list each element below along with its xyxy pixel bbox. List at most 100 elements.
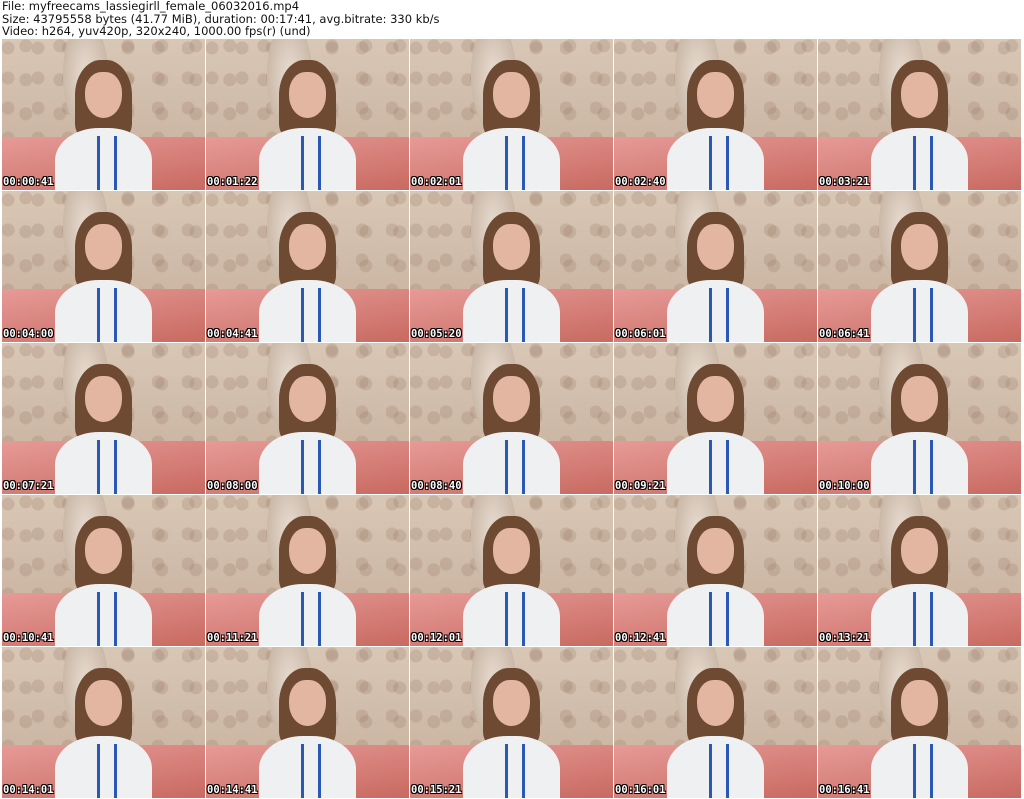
- file-info-header: File: myfreecams_lassiegirll_female_0603…: [2, 0, 440, 38]
- thumbnail-timestamp: 00:08:00: [207, 480, 258, 492]
- thumbnail-timestamp: 00:15:21: [411, 784, 462, 796]
- person-hoodie: [870, 127, 969, 190]
- hoodie-string: [97, 439, 101, 494]
- person-face: [901, 528, 938, 574]
- person-face: [289, 680, 326, 726]
- person-hoodie: [462, 583, 561, 646]
- hoodie-string: [97, 743, 101, 798]
- video-thumbnail: 00:06:01: [614, 191, 817, 342]
- person-face: [85, 224, 122, 270]
- hoodie-string: [709, 135, 713, 190]
- hoodie-string: [505, 287, 509, 342]
- thumbnail-timestamp: 00:16:41: [819, 784, 870, 796]
- hoodie-string: [317, 439, 321, 494]
- hoodie-string: [97, 591, 101, 646]
- thumbnail-timestamp: 00:16:01: [615, 784, 666, 796]
- person-hoodie: [666, 127, 765, 190]
- person-face: [85, 680, 122, 726]
- thumbnail-timestamp: 00:04:41: [207, 328, 258, 340]
- person-face: [697, 680, 734, 726]
- person-hoodie: [54, 735, 153, 798]
- hoodie-string: [521, 135, 525, 190]
- person-hoodie: [54, 431, 153, 494]
- hoodie-string: [505, 135, 509, 190]
- hoodie-string: [913, 439, 917, 494]
- thumbnail-timestamp: 00:11:21: [207, 632, 258, 644]
- person-face: [493, 680, 530, 726]
- video-info-line: Video: h264, yuv420p, 320x240, 1000.00 f…: [2, 24, 311, 38]
- hoodie-string: [929, 287, 933, 342]
- video-thumbnail: 00:12:01: [410, 495, 613, 646]
- person-face: [901, 376, 938, 422]
- hoodie-string: [725, 439, 729, 494]
- person-hoodie: [870, 279, 969, 342]
- hoodie-string: [301, 439, 305, 494]
- hoodie-string: [301, 287, 305, 342]
- person-face: [493, 528, 530, 574]
- person-hoodie: [258, 735, 357, 798]
- video-thumbnail: 00:07:21: [2, 343, 205, 494]
- person-face: [901, 680, 938, 726]
- hoodie-string: [317, 743, 321, 798]
- video-thumbnail: 00:11:21: [206, 495, 409, 646]
- thumbnail-timestamp: 00:13:21: [819, 632, 870, 644]
- person-hoodie: [666, 431, 765, 494]
- person-face: [289, 376, 326, 422]
- person-hoodie: [462, 279, 561, 342]
- person-hoodie: [54, 583, 153, 646]
- thumbnail-timestamp: 00:14:01: [3, 784, 54, 796]
- person-face: [493, 72, 530, 118]
- thumbnail-timestamp: 00:06:41: [819, 328, 870, 340]
- video-thumbnail: 00:00:41: [2, 39, 205, 190]
- hoodie-string: [317, 287, 321, 342]
- thumbnail-timestamp: 00:00:41: [3, 176, 54, 188]
- person-hoodie: [54, 127, 153, 190]
- hoodie-string: [709, 439, 713, 494]
- person-hoodie: [870, 735, 969, 798]
- thumbnail-timestamp: 00:01:22: [207, 176, 258, 188]
- hoodie-string: [505, 591, 509, 646]
- hoodie-string: [301, 743, 305, 798]
- video-thumbnail: 00:02:40: [614, 39, 817, 190]
- hoodie-string: [521, 287, 525, 342]
- hoodie-string: [913, 743, 917, 798]
- thumbnail-timestamp: 00:04:00: [3, 328, 54, 340]
- person-hoodie: [462, 431, 561, 494]
- video-thumbnail: 00:15:21: [410, 647, 613, 798]
- hoodie-string: [317, 135, 321, 190]
- video-thumbnail: 00:12:41: [614, 495, 817, 646]
- hoodie-string: [113, 591, 117, 646]
- person-face: [697, 528, 734, 574]
- hoodie-string: [521, 439, 525, 494]
- hoodie-string: [709, 591, 713, 646]
- person-hoodie: [258, 583, 357, 646]
- hoodie-string: [725, 743, 729, 798]
- person-face: [289, 528, 326, 574]
- hoodie-string: [113, 287, 117, 342]
- video-thumbnail: 00:16:01: [614, 647, 817, 798]
- hoodie-string: [505, 743, 509, 798]
- person-face: [85, 72, 122, 118]
- hoodie-string: [709, 287, 713, 342]
- person-hoodie: [666, 279, 765, 342]
- hoodie-string: [113, 743, 117, 798]
- thumbnail-timestamp: 00:12:01: [411, 632, 462, 644]
- hoodie-string: [929, 591, 933, 646]
- thumbnail-timestamp: 00:10:41: [3, 632, 54, 644]
- hoodie-string: [913, 135, 917, 190]
- person-face: [493, 224, 530, 270]
- video-thumbnail: 00:05:20: [410, 191, 613, 342]
- hoodie-string: [929, 439, 933, 494]
- hoodie-string: [97, 287, 101, 342]
- person-face: [493, 376, 530, 422]
- hoodie-string: [113, 135, 117, 190]
- video-thumbnail: 00:14:41: [206, 647, 409, 798]
- video-thumbnail: 00:04:41: [206, 191, 409, 342]
- video-thumbnail: 00:08:40: [410, 343, 613, 494]
- person-hoodie: [462, 127, 561, 190]
- hoodie-string: [913, 287, 917, 342]
- video-thumbnail: 00:09:21: [614, 343, 817, 494]
- person-hoodie: [870, 431, 969, 494]
- video-thumbnail: 00:04:00: [2, 191, 205, 342]
- person-face: [901, 224, 938, 270]
